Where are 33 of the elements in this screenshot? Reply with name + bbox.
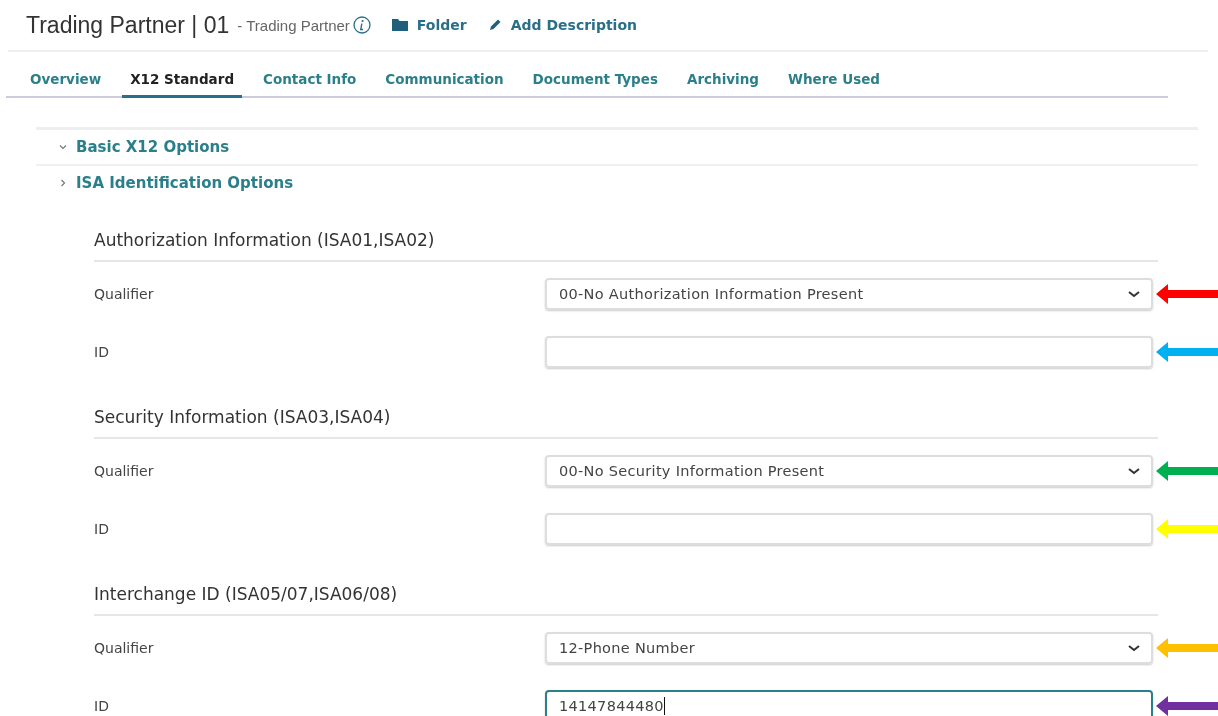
folder-icon <box>390 18 409 32</box>
page-subtitle: - Trading Partner <box>237 16 350 34</box>
dropdown[interactable]: 00-No Security Information Present <box>545 455 1153 487</box>
field-label: ID <box>94 344 110 360</box>
field-label: ID <box>94 521 110 537</box>
input-field[interactable]: 14147844480 <box>545 690 1153 716</box>
tab[interactable]: Overview <box>22 71 110 98</box>
input-field[interactable] <box>545 513 1153 545</box>
field-label: Qualifier <box>94 286 155 302</box>
tab[interactable]: Contact Info <box>255 71 365 98</box>
input-field[interactable] <box>545 336 1153 368</box>
field-label: Qualifier <box>94 463 155 479</box>
field-label: Qualifier <box>94 640 155 656</box>
page-title: Trading Partner | 01 <box>26 11 230 39</box>
accordion-header[interactable]: Basic X12 Options <box>36 127 1198 166</box>
tab[interactable]: Where Used <box>780 71 888 98</box>
section-heading: Security Information (ISA03,ISA04) <box>94 407 1158 439</box>
add-description-link[interactable]: Add Description <box>486 17 637 33</box>
tab[interactable]: Communication <box>377 71 512 98</box>
folder-link[interactable]: Folder <box>390 17 467 33</box>
section-heading: Interchange ID (ISA05/07,ISA06/08) <box>94 584 1158 616</box>
info-icon <box>352 16 371 34</box>
tab[interactable]: Document Types <box>524 71 666 98</box>
tab[interactable]: X12 Standard <box>122 71 243 98</box>
tab[interactable]: Archiving <box>678 71 767 98</box>
chevron-down-icon <box>1127 466 1141 476</box>
chevron-down-icon <box>1127 643 1141 653</box>
accordion-header[interactable]: ISA Identification Options <box>36 166 1198 200</box>
chevron-down-icon <box>1127 289 1141 299</box>
dropdown[interactable]: 00-No Authorization Information Present <box>545 278 1153 310</box>
dropdown[interactable]: 12-Phone Number <box>545 632 1153 664</box>
section-heading: Authorization Information (ISA01,ISA02) <box>94 230 1158 262</box>
field-label: ID <box>94 698 110 714</box>
